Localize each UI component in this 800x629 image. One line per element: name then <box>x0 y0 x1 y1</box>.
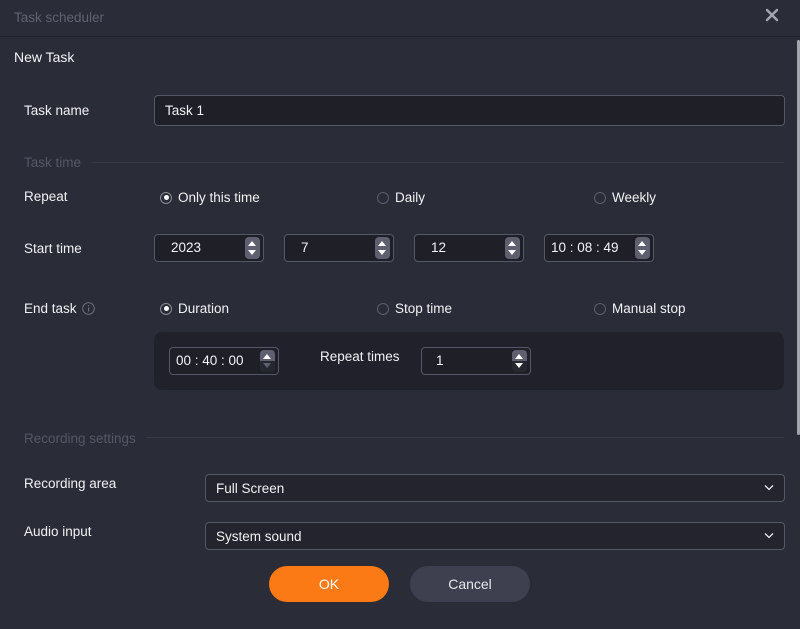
radio-stop-time[interactable]: Stop time <box>377 301 452 316</box>
stepper-arrows <box>635 237 650 259</box>
repeat-times-stepper[interactable]: 1 <box>421 347 531 375</box>
decrement-arrow-icon[interactable] <box>248 250 256 255</box>
window-title: Task scheduler <box>14 10 105 25</box>
audio-input-select[interactable]: System sound <box>205 522 785 550</box>
decrement-arrow-icon[interactable] <box>638 250 646 255</box>
task-name-input[interactable]: Task 1 <box>154 95 785 126</box>
month-stepper[interactable]: 7 <box>284 234 394 262</box>
time-value: 10 : 08 : 49 <box>551 240 619 255</box>
decrement-arrow-icon[interactable] <box>508 250 516 255</box>
close-button[interactable] <box>764 7 780 23</box>
radio-indicator <box>377 302 389 315</box>
radio-manual-stop[interactable]: Manual stop <box>594 301 686 316</box>
start-time-label: Start time <box>24 241 82 256</box>
radio-label: Stop time <box>395 301 453 316</box>
duration-stepper[interactable]: 00 : 40 : 00 <box>169 347 279 375</box>
radio-indicator <box>377 191 389 204</box>
title-bar: Task scheduler <box>0 0 800 37</box>
repeat-times-label: Repeat times <box>320 349 400 364</box>
day-value: 12 <box>431 240 447 255</box>
radio-weekly[interactable]: Weekly <box>594 190 656 205</box>
repeat-times-value: 1 <box>436 353 444 368</box>
recording-area-label: Recording area <box>24 476 117 491</box>
decrement-arrow-icon[interactable] <box>378 250 386 255</box>
ok-button[interactable]: OK <box>269 566 389 602</box>
radio-indicator <box>594 191 606 204</box>
section-divider <box>146 437 784 438</box>
increment-arrow-icon[interactable] <box>378 241 386 246</box>
page-title: New Task <box>14 49 75 65</box>
increment-arrow-icon[interactable] <box>515 354 523 359</box>
increment-arrow-icon[interactable] <box>508 241 516 246</box>
close-icon <box>765 8 779 22</box>
audio-input-value: System sound <box>216 529 302 544</box>
radio-daily[interactable]: Daily <box>377 190 425 205</box>
recording-area-value: Full Screen <box>216 481 285 496</box>
stepper-arrows <box>505 237 520 259</box>
radio-label: Weekly <box>612 190 657 205</box>
month-value: 7 <box>301 240 309 255</box>
increment-arrow-icon[interactable] <box>248 241 256 246</box>
chevron-down-icon <box>764 485 774 491</box>
duration-value: 00 : 40 : 00 <box>176 353 244 368</box>
cancel-button[interactable]: Cancel <box>410 566 530 602</box>
stepper-arrows <box>245 237 260 259</box>
radio-label: Manual stop <box>612 301 686 316</box>
decrement-arrow-icon[interactable] <box>515 363 523 368</box>
stepper-arrows <box>375 237 390 259</box>
radio-label: Daily <box>395 190 426 205</box>
radio-indicator <box>160 302 172 315</box>
increment-arrow-icon[interactable] <box>263 354 271 359</box>
time-stepper[interactable]: 10 : 08 : 49 <box>544 234 654 262</box>
chevron-down-icon <box>764 533 774 539</box>
section-title-task-time: Task time <box>24 155 82 170</box>
increment-arrow-icon[interactable] <box>638 241 646 246</box>
radio-label: Only this time <box>178 190 260 205</box>
end-task-label: End task <box>24 301 77 316</box>
stepper-arrows <box>512 350 527 372</box>
audio-input-label: Audio input <box>24 524 92 539</box>
info-icon[interactable] <box>82 302 95 315</box>
radio-indicator <box>594 302 606 315</box>
section-title-recording-settings: Recording settings <box>24 431 136 446</box>
radio-only-this-time[interactable]: Only this time <box>160 190 260 205</box>
repeat-label: Repeat <box>24 189 68 204</box>
radio-duration[interactable]: Duration <box>160 301 229 316</box>
radio-label: Duration <box>178 301 230 316</box>
recording-area-select[interactable]: Full Screen <box>205 474 785 502</box>
year-value: 2023 <box>171 240 202 255</box>
radio-indicator <box>160 191 172 204</box>
task-name-value: Task 1 <box>165 103 205 118</box>
year-stepper[interactable]: 2023 <box>154 234 264 262</box>
day-stepper[interactable]: 12 <box>414 234 524 262</box>
decrement-arrow-icon <box>263 363 271 368</box>
section-divider <box>92 162 784 163</box>
task-name-label: Task name <box>24 103 90 118</box>
stepper-arrows <box>260 350 275 372</box>
